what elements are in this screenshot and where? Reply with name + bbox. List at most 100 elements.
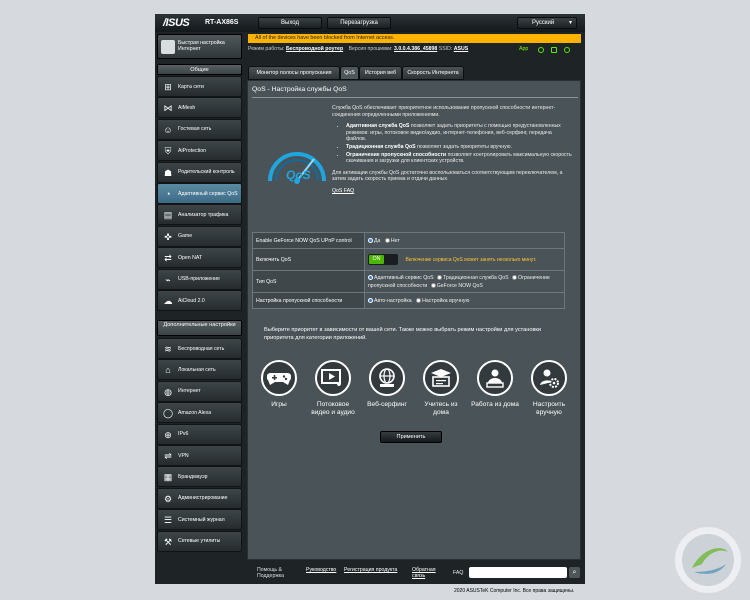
- sidebar-item-game[interactable]: ✜ Game: [157, 225, 242, 247]
- sidebar-item-administration[interactable]: ⚙ Администрирование: [157, 487, 242, 509]
- sidebar-item-parental-control[interactable]: ☗ Родительский контроль: [157, 161, 242, 183]
- sidebar-item-usb-app[interactable]: ⌁ USB-приложение: [157, 268, 242, 290]
- aicloud-icon: ☁: [163, 296, 173, 306]
- sidebar-item-label: Беспроводная сеть: [178, 345, 225, 352]
- manual-link[interactable]: Руководство: [306, 567, 336, 573]
- tab-internet-speed[interactable]: Скорость Интернета: [402, 66, 464, 80]
- fw-value[interactable]: 3.0.0.4.386_45898: [394, 46, 437, 52]
- sidebar-item-wireless[interactable]: ≋ Беспроводная сеть: [157, 338, 242, 359]
- bw-manual-radio[interactable]: [416, 297, 422, 303]
- priority-web-label: Веб-серфинг: [367, 401, 407, 408]
- priority-learn-home[interactable]: Учитесь из дома: [416, 360, 466, 417]
- status-icon-wifi[interactable]: [564, 47, 570, 53]
- tab-qos[interactable]: QoS: [340, 66, 359, 80]
- type-adaptive-radio[interactable]: [368, 274, 373, 280]
- language-select[interactable]: Русский ▾: [517, 17, 577, 29]
- priority-streaming[interactable]: Потоковое видео и аудио: [308, 360, 358, 417]
- sidebar-item-label: Брандмауэр: [178, 473, 208, 480]
- status-icon-usb[interactable]: [551, 47, 557, 53]
- status-icon-internet[interactable]: [538, 47, 544, 53]
- priority-custom-label: Настроить вручную: [532, 401, 566, 416]
- title-divider: [252, 97, 578, 98]
- qos-faq-link[interactable]: QoS FAQ: [332, 188, 354, 194]
- apply-button[interactable]: Применить: [380, 431, 442, 443]
- help-support-link[interactable]: Помощь & Поддержка: [257, 567, 291, 579]
- ssid-value[interactable]: ASUS: [454, 46, 468, 52]
- sidebar-item-label: IPv6: [178, 431, 189, 438]
- row-bandwidth: Настройка пропускной способности Авто-на…: [252, 292, 565, 309]
- type-geforce-radio[interactable]: [430, 282, 436, 288]
- sidebar-item-adaptive-qos[interactable]: ◔ Адаптивный сервис QoS: [157, 183, 242, 204]
- enable-qos-label: Включить QoS: [252, 248, 365, 271]
- feedback-link[interactable]: Обратная связь: [412, 567, 444, 579]
- faq-search-input[interactable]: [469, 567, 567, 578]
- sidebar-item-open-nat[interactable]: ⇄ Open NAT: [157, 247, 242, 269]
- reboot-button[interactable]: Перезагрузка: [327, 17, 391, 29]
- top-bar: /ISUS RT-AX86S Выход Перезагрузка Русски…: [155, 14, 585, 32]
- bullet-traditional: Традиционная служба QoS позволяет задать…: [346, 144, 572, 151]
- work-from-home-icon: [477, 360, 513, 396]
- firewall-icon: ▦: [163, 472, 173, 483]
- geforce-no-radio[interactable]: [384, 237, 390, 243]
- sidebar-item-label: AiProtection: [178, 147, 206, 154]
- qos-bullets: Адаптивная служба QoS позволяет задать п…: [346, 123, 572, 165]
- copyright: 2020 ASUSTeK Computer Inc. Все права защ…: [454, 588, 575, 594]
- ipv6-icon: ⊕: [164, 429, 172, 440]
- registration-link[interactable]: Регистрация продукта: [344, 567, 397, 573]
- priority-web[interactable]: Веб-серфинг: [362, 360, 412, 409]
- type-traditional-radio[interactable]: [437, 274, 443, 280]
- section-general-header: Общие: [157, 64, 242, 75]
- geforce-yes-radio[interactable]: [368, 237, 373, 243]
- priority-learn-home-label: Учитесь из дома: [424, 401, 458, 416]
- sidebar-item-label: Интернет: [178, 388, 201, 395]
- logout-button[interactable]: Выход: [258, 17, 322, 29]
- quick-setup-label: Быстрая настройка Интернет: [178, 40, 225, 52]
- sidebar-item-lan[interactable]: ⌂ Локальная сеть: [157, 359, 242, 381]
- network-map-icon: ⊞: [164, 82, 172, 92]
- geforce-no-label: Нет: [390, 237, 400, 244]
- sidebar-item-system-log[interactable]: ☰ Системный журнал: [157, 509, 242, 531]
- priority-custom[interactable]: Настроить вручную: [524, 360, 574, 417]
- priority-work-home[interactable]: Работа из дома: [470, 360, 520, 409]
- sidebar-item-label: Анализатор трафика: [178, 211, 229, 218]
- asus-logo[interactable]: /ISUS: [163, 17, 190, 29]
- sidebar-item-label: Системный журнал: [178, 516, 225, 523]
- sidebar-item-alexa[interactable]: ◯ Amazon Alexa: [157, 402, 242, 424]
- quick-setup-button[interactable]: Быстрая настройка Интернет: [157, 34, 242, 59]
- type-limiter-radio[interactable]: [512, 274, 518, 280]
- bw-auto-radio[interactable]: [368, 297, 373, 303]
- sidebar-item-aicloud[interactable]: ☁ AiCloud 2.0: [157, 290, 242, 311]
- sidebar-item-aimesh[interactable]: ⋈ AiMesh: [157, 97, 242, 119]
- activation-text: Для активации службы QoS достаточно восп…: [332, 169, 563, 183]
- bw-auto-label: Авто-настройка: [374, 297, 412, 304]
- footer: Помощь & Поддержка Руководство Регистрац…: [247, 566, 581, 582]
- qos-settings-table: Enable GeForce NOW QoS UPnP control Да Н…: [252, 232, 565, 309]
- mode-value[interactable]: Беспроводной роутер: [286, 46, 343, 52]
- geforce-yes-label: Да: [374, 237, 381, 244]
- tab-web-history[interactable]: История веб: [359, 66, 402, 80]
- sidebar-item-label: Родительский контроль: [178, 169, 235, 176]
- sidebar-item-aiprotection[interactable]: ⛨ AiProtection: [157, 140, 242, 162]
- qos-panel: QoS - Настройка службы QoS QoS Служба Qo…: [247, 80, 581, 560]
- priority-gaming[interactable]: Игры: [254, 360, 304, 409]
- qos-gauge-icon: QoS: [268, 152, 326, 184]
- sidebar-item-guest-network[interactable]: ☺ Гостевая сеть: [157, 118, 242, 140]
- sidebar-item-network-tools[interactable]: ⚒ Сетевые утилиты: [157, 530, 242, 552]
- sidebar-item-ipv6[interactable]: ⊕ IPv6: [157, 423, 242, 445]
- app-link[interactable]: App: [519, 45, 528, 54]
- sidebar-item-traffic-analyzer[interactable]: ▤ Анализатор трафика: [157, 204, 242, 226]
- qos-toggle[interactable]: ON: [368, 254, 398, 265]
- sidebar-item-firewall[interactable]: ▦ Брандмауэр: [157, 466, 242, 488]
- media-streaming-icon: [315, 360, 351, 396]
- sidebar-item-internet[interactable]: ◍ Интернет: [157, 380, 242, 402]
- sidebar-item-network-map[interactable]: ⊞ Карта сети: [157, 76, 242, 97]
- search-icon[interactable]: ⌕: [569, 567, 580, 578]
- bullet-limiter: Ограничение пропускной способности позво…: [346, 152, 572, 165]
- geforce-upnp-label: Enable GeForce NOW QoS UPnP control: [252, 232, 365, 249]
- learn-from-home-icon: [423, 360, 459, 396]
- intro-text: Служба QoS обеспечивает приоритетное исп…: [332, 105, 556, 118]
- tab-bandwidth-monitor[interactable]: Монитор полосы пропускания: [248, 66, 340, 80]
- sidebar-item-vpn[interactable]: ⇌ VPN: [157, 445, 242, 466]
- priority-streaming-label: Потоковое видео и аудио: [311, 401, 355, 416]
- bandwidth-label: Настройка пропускной способности: [252, 292, 365, 309]
